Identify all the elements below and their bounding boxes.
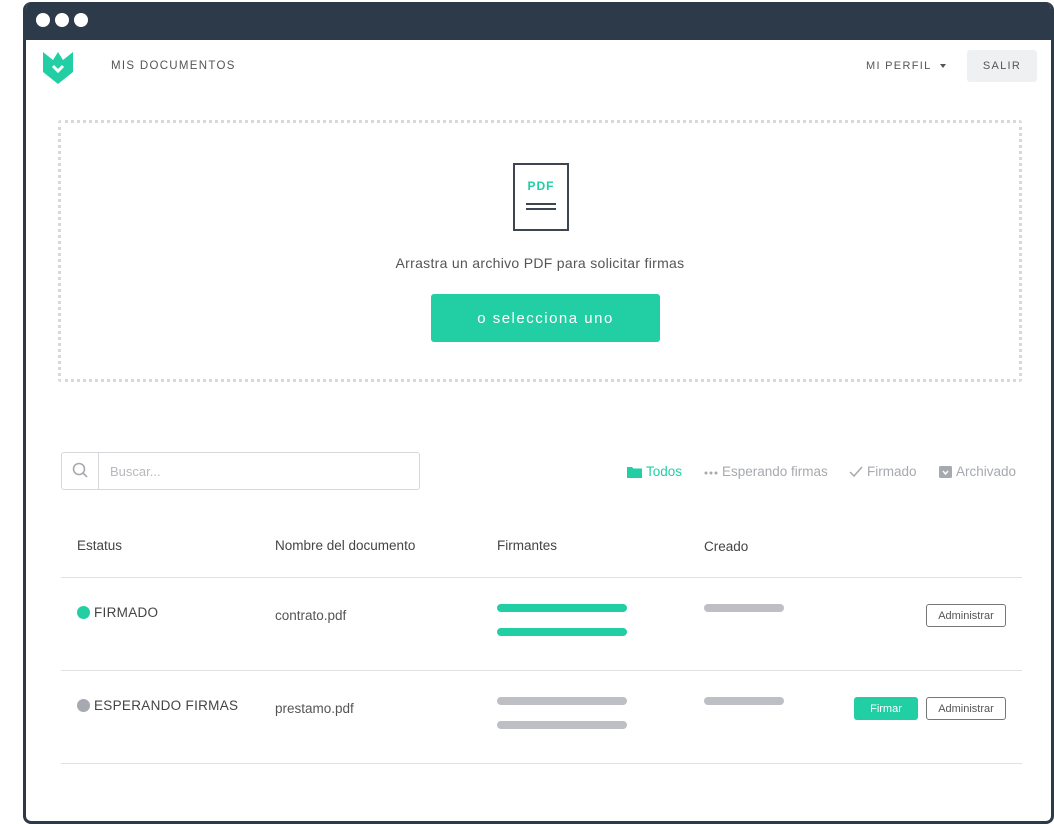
status-signed-dot-icon	[77, 606, 90, 619]
status-label: FIRMADO	[94, 605, 159, 620]
status-badge: ESPERANDO FIRMAS	[77, 698, 238, 713]
table-divider	[61, 763, 1022, 764]
nav-my-documents[interactable]: MIS DOCUMENTOS	[111, 60, 236, 72]
dropzone-instructions: Arrastra un archivo PDF para solicitar f…	[395, 255, 685, 271]
window-dot-icon[interactable]	[36, 13, 50, 27]
column-header-created: Creado	[704, 539, 749, 554]
manage-button[interactable]: Administrar	[926, 697, 1006, 720]
table-divider	[61, 577, 1022, 578]
search-box	[61, 452, 420, 490]
document-name-link[interactable]: contrato.pdf	[275, 608, 346, 623]
caret-down-icon	[939, 64, 946, 69]
select-file-button[interactable]: o selecciona uno	[431, 294, 660, 342]
created-date-placeholder	[704, 697, 784, 705]
window-dot-icon[interactable]	[55, 13, 69, 27]
sign-button[interactable]: Firmar	[854, 697, 918, 720]
filter-archived-label: Archivado	[956, 464, 1017, 479]
signer-progress-bar	[497, 721, 627, 729]
profile-menu[interactable]: MI PERFIL	[866, 60, 946, 72]
filter-all[interactable]: Todos	[627, 464, 682, 479]
signer-progress-bar	[497, 628, 627, 636]
pdf-file-icon: PDF	[513, 163, 569, 231]
search-icon	[72, 462, 88, 478]
logout-button[interactable]: SALIR	[967, 50, 1037, 82]
document-name-link[interactable]: prestamo.pdf	[275, 701, 354, 716]
signer-progress-bar	[497, 697, 627, 705]
window-dot-icon[interactable]	[74, 13, 88, 27]
filter-all-label: Todos	[646, 464, 683, 479]
folder-icon	[627, 467, 642, 478]
filter-waiting-label: Esperando firmas	[722, 464, 828, 479]
filter-archived[interactable]: Archivado	[939, 464, 1016, 479]
search-input[interactable]	[100, 453, 418, 489]
status-pending-dot-icon	[77, 699, 90, 712]
filter-signed-label: Firmado	[867, 464, 917, 479]
check-icon	[849, 466, 863, 478]
ellipsis-icon	[704, 471, 718, 475]
window-titlebar	[26, 2, 1051, 40]
column-header-name: Nombre del documento	[275, 538, 416, 553]
brand-logo-icon[interactable]	[43, 50, 73, 84]
created-date-placeholder	[704, 604, 784, 612]
pdf-dropzone[interactable]: PDF Arrastra un archivo PDF para solicit…	[58, 120, 1022, 382]
column-header-signers: Firmantes	[497, 538, 558, 553]
filter-waiting[interactable]: Esperando firmas	[704, 464, 828, 479]
search-icon-container[interactable]	[62, 453, 99, 489]
pdf-icon-label: PDF	[528, 179, 555, 193]
manage-button[interactable]: Administrar	[926, 604, 1006, 627]
status-label: ESPERANDO FIRMAS	[94, 698, 239, 713]
column-header-status: Estatus	[77, 538, 123, 553]
table-divider	[61, 670, 1022, 671]
profile-menu-label: MI PERFIL	[866, 60, 932, 72]
app-window: MIS DOCUMENTOS MI PERFIL SALIR PDF Arras…	[23, 2, 1054, 824]
archive-icon	[939, 466, 952, 478]
status-badge: FIRMADO	[77, 605, 158, 620]
filter-signed[interactable]: Firmado	[849, 464, 917, 479]
signer-progress-bar	[497, 604, 627, 612]
